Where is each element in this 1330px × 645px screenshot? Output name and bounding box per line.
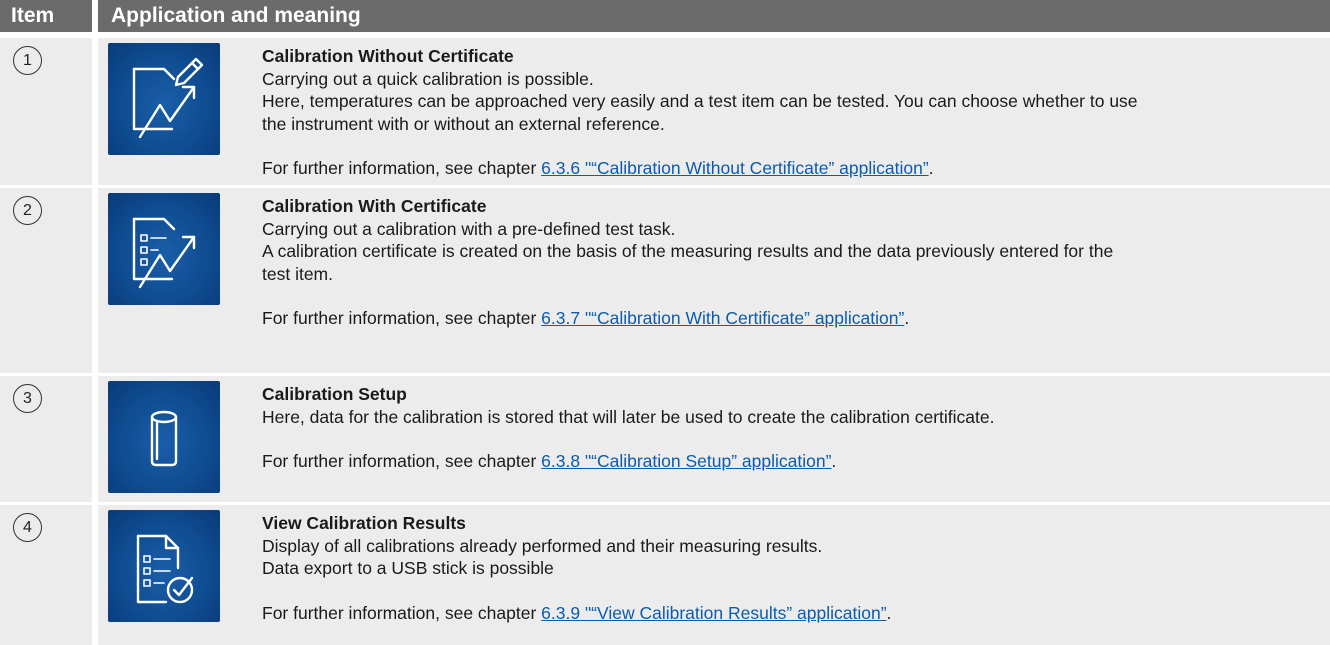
application-cell: Calibration Without Certificate Carrying… <box>98 38 1330 185</box>
reference-suffix: . <box>886 602 892 623</box>
description-line: Carrying out a quick calibration is poss… <box>262 68 594 89</box>
application-text: Calibration Without Certificate Carrying… <box>262 45 1304 180</box>
application-text: Calibration With Certificate Carrying ou… <box>262 195 1304 330</box>
description-line: Data export to a USB stick is possible <box>262 558 554 578</box>
application-cell: Calibration Setup Here, data for the cal… <box>98 376 1330 502</box>
chapter-link[interactable]: 6.3.8 "“Calibration Setup” application” <box>541 451 831 471</box>
item-number: 1 <box>13 46 42 75</box>
item-cell: 1 <box>0 38 92 185</box>
item-cell: 2 <box>0 188 92 373</box>
table-row: 4 View Calibration Results Display of al… <box>0 505 1330 645</box>
application-title: Calibration With Certificate <box>262 196 487 216</box>
table-row: 2 Calibration With Certificate Carrying … <box>0 188 1330 373</box>
description-line: Carrying out a calibration with a pre-de… <box>262 218 676 239</box>
table-row: 3 Calibration Setup Here, data for the c… <box>0 376 1330 502</box>
item-cell: 3 <box>0 376 92 502</box>
reference-prefix: For further information, see chapter <box>262 308 542 328</box>
reference-line: For further information, see chapter 6.3… <box>262 157 1304 180</box>
description-line: A calibration certificate is created on … <box>262 241 1114 261</box>
reference-line: For further information, see chapter 6.3… <box>262 602 1304 625</box>
item-cell: 4 <box>0 505 92 645</box>
description-line: Here, temperatures can be approached ver… <box>262 91 1138 111</box>
calibration-setup-icon <box>108 381 220 493</box>
item-number: 2 <box>13 196 42 225</box>
reference-line: For further information, see chapter 6.3… <box>262 450 1304 473</box>
reference-suffix: . <box>928 158 934 178</box>
application-text: Calibration Setup Here, data for the cal… <box>262 383 1304 473</box>
header-item: Item <box>0 0 92 32</box>
calibration-with-certificate-icon <box>108 193 220 305</box>
chapter-link[interactable]: 6.3.7 "“Calibration With Certificate” ap… <box>541 308 904 328</box>
item-number: 3 <box>13 384 42 413</box>
item-number: 4 <box>13 513 42 542</box>
header-application: Application and meaning <box>98 0 1330 32</box>
reference-prefix: For further information, see chapter <box>262 602 542 623</box>
reference-prefix: For further information, see chapter <box>262 451 542 471</box>
description-line: test item. <box>262 263 333 284</box>
application-cell: View Calibration Results Display of all … <box>98 505 1330 645</box>
description-line: the instrument with or without an extern… <box>262 113 665 134</box>
table-row: 1 Calibration Without Certificate Carryi… <box>0 38 1330 185</box>
chapter-link[interactable]: 6.3.6 "“Calibration Without Certificate”… <box>541 158 929 178</box>
chapter-link[interactable]: 6.3.9 "“View Calibration Results” applic… <box>541 603 886 623</box>
reference-line: For further information, see chapter 6.3… <box>262 307 1304 330</box>
application-cell: Calibration With Certificate Carrying ou… <box>98 188 1330 373</box>
application-title: Calibration Setup <box>262 384 407 404</box>
reference-suffix: . <box>904 308 910 328</box>
application-title: View Calibration Results <box>262 513 466 533</box>
application-text: View Calibration Results Display of all … <box>262 512 1304 624</box>
application-title: Calibration Without Certificate <box>262 46 514 66</box>
reference-prefix: For further information, see chapter <box>262 158 542 178</box>
description-line: Display of all calibrations already perf… <box>262 535 823 556</box>
calibration-without-certificate-icon <box>108 43 220 155</box>
reference-suffix: . <box>831 451 837 471</box>
description-line: Here, data for the calibration is stored… <box>262 406 995 427</box>
view-calibration-results-icon <box>108 510 220 622</box>
